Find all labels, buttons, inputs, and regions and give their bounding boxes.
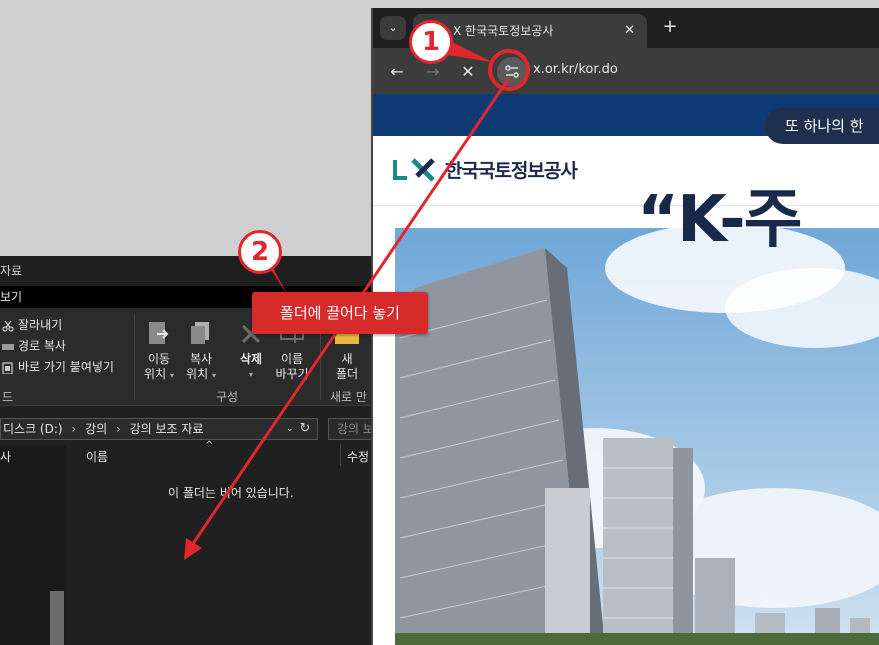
rename-label: 이름 — [280, 352, 304, 366]
search-input[interactable]: 강의 보 — [328, 418, 373, 440]
delete-label: 삭제 — [239, 352, 263, 366]
site-info-button[interactable] — [497, 57, 527, 87]
new-folder-label: 새 — [341, 352, 353, 366]
paste-shortcut-icon — [2, 361, 14, 375]
stop-loading-button[interactable]: ✕ — [457, 61, 479, 83]
empty-folder-message: 이 폴더는 비어 있습니다. — [168, 486, 294, 500]
browser-toolbar: ← → ✕ x.or.kr/kor.do — [373, 48, 879, 94]
chevron-down-icon: ▾ — [248, 370, 253, 379]
move-to-label-line2: 위치 ▾ — [139, 367, 179, 383]
sort-ascending-icon: ^ — [205, 440, 214, 451]
scissors-icon — [2, 319, 14, 332]
logo-text: 한국국토정보공사 — [445, 160, 578, 182]
chevron-down-icon: ▾ — [169, 371, 174, 380]
nav-column-header[interactable]: 사 — [0, 448, 11, 465]
move-to-label-text: 위치 — [144, 367, 167, 381]
move-to-button[interactable]: 이동 위치 ▾ — [139, 320, 179, 383]
hero-subtitle-pill: 또 하나의 한 — [765, 108, 879, 144]
breadcrumb-lecture-materials[interactable]: 강의 보조 자료 — [130, 419, 204, 439]
url-text[interactable]: x.or.kr/kor.do — [533, 62, 618, 77]
tab-search-button[interactable]: ⌄ — [380, 16, 406, 40]
move-to-label: 이동 — [147, 352, 171, 366]
ribbon-group-new-label: 새로 만 — [330, 390, 367, 404]
rename-label-line2: 바꾸기 — [275, 367, 309, 381]
step-badge-2: 2 — [238, 230, 282, 274]
chevron-down-icon[interactable]: ⌄ — [286, 419, 294, 439]
paste-shortcut-label: 바로 가기 붙여넣기 — [18, 360, 114, 374]
cut-label: 잘라내기 — [18, 318, 63, 332]
navigation-scrollbar[interactable] — [50, 591, 64, 645]
apartment-buildings-image — [395, 228, 879, 645]
copy-path-button[interactable]: 경로 복사 — [2, 337, 66, 355]
explorer-title-bar: 자료 — [0, 256, 373, 286]
refresh-icon[interactable]: ↻ — [296, 420, 314, 438]
chevron-down-icon: ▾ — [211, 371, 216, 380]
copy-to-icon — [187, 320, 215, 348]
lx-logo-icon — [393, 157, 435, 182]
menu-view-tab[interactable]: 보기 — [0, 290, 22, 304]
site-logo[interactable]: 한국국토정보공사 — [393, 156, 578, 183]
close-icon[interactable]: ✕ — [624, 14, 635, 48]
explorer-title: 자료 — [0, 264, 23, 278]
copy-path-label: 경로 복사 — [18, 339, 66, 353]
cut-button[interactable]: 잘라내기 — [2, 316, 62, 334]
drag-to-folder-callout: 폴더에 끌어다 놓기 — [252, 292, 428, 334]
breadcrumb-drive[interactable]: 디스크 (D:) — [1, 419, 63, 439]
copy-to-label-line2: 위치 ▾ — [181, 367, 221, 383]
ribbon-divider — [134, 314, 135, 400]
move-to-icon — [145, 320, 173, 348]
new-tab-button[interactable]: + — [659, 14, 681, 40]
step-badge-1: 1 — [409, 20, 453, 64]
tune-icon — [505, 65, 519, 78]
modified-column-header[interactable]: 수정 — [347, 448, 369, 465]
copy-to-label: 복사 — [189, 352, 213, 366]
copy-to-button[interactable]: 복사 위치 ▾ — [181, 320, 221, 383]
ribbon-group-organize-label: 구성 — [216, 390, 239, 404]
copy-path-icon — [2, 340, 14, 352]
forward-button[interactable]: → — [422, 61, 444, 83]
hero-banner — [395, 228, 879, 645]
breadcrumb-separator: › — [115, 422, 121, 436]
column-divider[interactable] — [340, 444, 341, 466]
tab-title: X 한국국토정보공사 — [453, 24, 554, 38]
address-bar[interactable]: 디스크 (D:) › 강의 › 강의 보조 자료 ⌄ — [0, 418, 318, 440]
name-column-header[interactable]: 이름 — [86, 448, 108, 465]
ribbon-group-clipboard-label: 드 — [2, 390, 14, 404]
site-header: 한국국토정보공사 — [373, 136, 879, 206]
hero-headline: “K-주 — [637, 183, 803, 257]
new-folder-label-line2: 폴더 — [335, 367, 359, 381]
breadcrumb-lecture[interactable]: 강의 — [85, 419, 107, 439]
paste-shortcut-button[interactable]: 바로 가기 붙여넣기 — [2, 358, 114, 376]
copy-to-label-text: 위치 — [186, 367, 209, 381]
back-button[interactable]: ← — [386, 61, 408, 83]
breadcrumb-separator: › — [71, 422, 77, 436]
browser-window: ⌄ X 한국국토정보공사 ✕ + ← → ✕ x.or.kr/kor.do 한국… — [371, 8, 879, 645]
